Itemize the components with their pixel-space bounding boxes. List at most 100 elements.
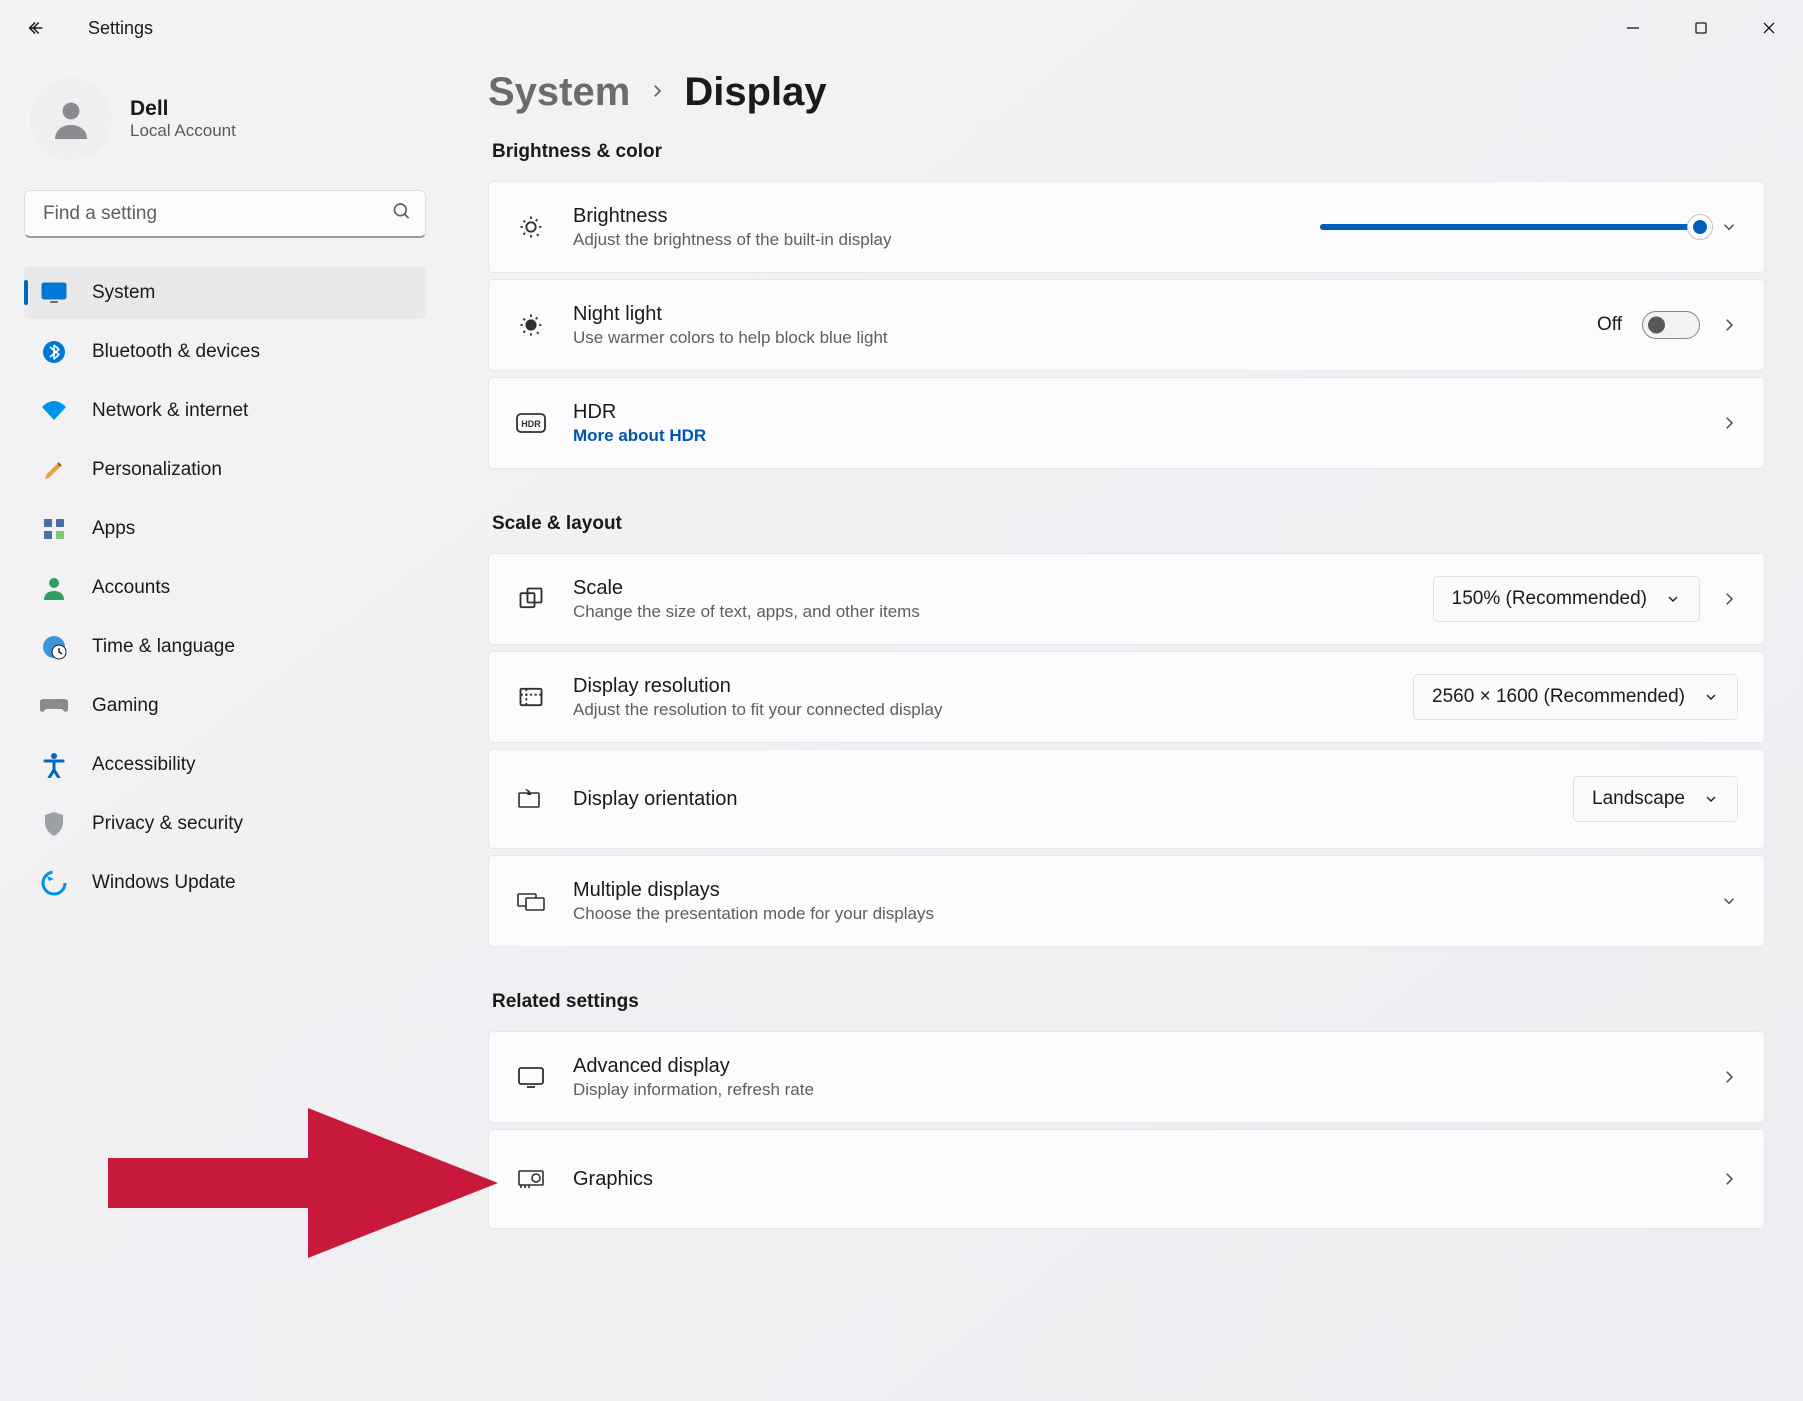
chevron-right-icon[interactable] xyxy=(1720,316,1738,334)
annotation-arrow xyxy=(108,1098,508,1273)
gamepad-icon xyxy=(40,692,68,720)
card-scale[interactable]: Scale Change the size of text, apps, and… xyxy=(488,553,1765,645)
card-brightness[interactable]: Brightness Adjust the brightness of the … xyxy=(488,181,1765,273)
dropdown-value: 2560 × 1600 (Recommended) xyxy=(1432,686,1685,708)
maximize-icon xyxy=(1694,21,1708,35)
card-hdr[interactable]: HDR HDR More about HDR xyxy=(488,377,1765,469)
chevron-down-icon[interactable] xyxy=(1720,218,1738,236)
window-title: Settings xyxy=(88,18,153,39)
section-title-scale: Scale & layout xyxy=(492,513,1765,535)
chevron-right-icon[interactable] xyxy=(1720,414,1738,432)
sidebar-item-accessibility[interactable]: Accessibility xyxy=(24,738,426,791)
sidebar-item-apps[interactable]: Apps xyxy=(24,502,426,555)
bluetooth-icon xyxy=(40,338,68,366)
slider-thumb[interactable] xyxy=(1687,214,1713,240)
account-name: Dell xyxy=(130,97,236,121)
orientation-icon xyxy=(515,783,547,815)
gpu-icon xyxy=(515,1163,547,1195)
sidebar-item-accounts[interactable]: Accounts xyxy=(24,561,426,614)
person-icon xyxy=(40,574,68,602)
card-title: Graphics xyxy=(573,1168,653,1191)
cards-scale-layout: Scale Change the size of text, apps, and… xyxy=(488,553,1765,947)
card-sub: Use warmer colors to help block blue lig… xyxy=(573,328,888,348)
sidebar-item-system[interactable]: System xyxy=(24,266,426,319)
paintbrush-icon xyxy=(40,456,68,484)
chevron-down-icon[interactable] xyxy=(1720,892,1738,910)
wifi-icon xyxy=(40,397,68,425)
card-night-light[interactable]: Night light Use warmer colors to help bl… xyxy=(488,279,1765,371)
close-icon xyxy=(1762,21,1776,35)
chevron-right-icon[interactable] xyxy=(1720,590,1738,608)
card-title: Scale xyxy=(573,577,920,600)
clock-globe-icon xyxy=(40,633,68,661)
minimize-icon xyxy=(1626,21,1640,35)
hdr-link[interactable]: More about HDR xyxy=(573,426,706,446)
caption-controls xyxy=(1599,8,1803,48)
cards-brightness-color: Brightness Adjust the brightness of the … xyxy=(488,181,1765,469)
card-title: HDR xyxy=(573,401,706,424)
accessibility-icon xyxy=(40,751,68,779)
sidebar-item-bluetooth[interactable]: Bluetooth & devices xyxy=(24,325,426,378)
resolution-dropdown[interactable]: 2560 × 1600 (Recommended) xyxy=(1413,674,1738,720)
scale-dropdown[interactable]: 150% (Recommended) xyxy=(1433,576,1700,622)
account-sub: Local Account xyxy=(130,121,236,141)
chevron-down-icon xyxy=(1703,791,1719,807)
crumb-parent[interactable]: System xyxy=(488,70,630,115)
search-input[interactable] xyxy=(24,190,426,238)
sidebar-item-gaming[interactable]: Gaming xyxy=(24,679,426,732)
chevron-right-icon[interactable] xyxy=(1720,1170,1738,1188)
scale-icon xyxy=(515,583,547,615)
avatar xyxy=(30,78,112,160)
sidebar-item-label: Gaming xyxy=(92,695,159,717)
chevron-right-icon[interactable] xyxy=(1720,1068,1738,1086)
account-row[interactable]: Dell Local Account xyxy=(24,66,426,182)
card-sub: Adjust the resolution to fit your connec… xyxy=(573,700,943,720)
resolution-icon xyxy=(515,681,547,713)
maximize-button[interactable] xyxy=(1667,8,1735,48)
card-sub: Choose the presentation mode for your di… xyxy=(573,904,934,924)
back-button[interactable] xyxy=(16,8,56,48)
system-icon xyxy=(40,279,68,307)
sidebar-item-label: Privacy & security xyxy=(92,813,243,835)
card-multiple-displays[interactable]: Multiple displays Choose the presentatio… xyxy=(488,855,1765,947)
brightness-slider[interactable] xyxy=(1320,224,1700,230)
section-title-brightness: Brightness & color xyxy=(492,141,1765,163)
close-button[interactable] xyxy=(1735,8,1803,48)
card-title: Advanced display xyxy=(573,1055,814,1078)
dropdown-value: Landscape xyxy=(1592,788,1685,810)
multiple-displays-icon xyxy=(515,885,547,917)
settings-window: Settings Dell Local Account xyxy=(0,0,1803,1401)
nav-list: System Bluetooth & devices Network & int… xyxy=(24,266,426,909)
svg-text:HDR: HDR xyxy=(521,419,541,429)
card-title: Display orientation xyxy=(573,788,738,811)
dropdown-value: 150% (Recommended) xyxy=(1452,588,1647,610)
sun-icon xyxy=(515,211,547,243)
card-title: Brightness xyxy=(573,205,891,228)
card-graphics[interactable]: Graphics xyxy=(488,1129,1765,1229)
person-icon xyxy=(47,95,95,143)
chevron-down-icon xyxy=(1665,591,1681,607)
orientation-dropdown[interactable]: Landscape xyxy=(1573,776,1738,822)
card-title: Multiple displays xyxy=(573,879,934,902)
card-sub: Adjust the brightness of the built-in di… xyxy=(573,230,891,250)
toggle-state-label: Off xyxy=(1597,314,1622,336)
card-sub: Change the size of text, apps, and other… xyxy=(573,602,920,622)
monitor-icon xyxy=(515,1061,547,1093)
cards-related: Advanced display Display information, re… xyxy=(488,1031,1765,1229)
card-sub: Display information, refresh rate xyxy=(573,1080,814,1100)
sidebar-item-label: Apps xyxy=(92,518,135,540)
apps-icon xyxy=(40,515,68,543)
sidebar-item-time-language[interactable]: Time & language xyxy=(24,620,426,673)
card-advanced-display[interactable]: Advanced display Display information, re… xyxy=(488,1031,1765,1123)
titlebar: Settings xyxy=(0,0,1803,56)
sidebar-item-personalization[interactable]: Personalization xyxy=(24,443,426,496)
card-resolution[interactable]: Display resolution Adjust the resolution… xyxy=(488,651,1765,743)
sidebar-item-privacy[interactable]: Privacy & security xyxy=(24,797,426,850)
sidebar-item-windows-update[interactable]: Windows Update xyxy=(24,856,426,909)
crumb-current: Display xyxy=(684,70,826,115)
card-orientation[interactable]: Display orientation Landscape xyxy=(488,749,1765,849)
minimize-button[interactable] xyxy=(1599,8,1667,48)
sidebar-item-network[interactable]: Network & internet xyxy=(24,384,426,437)
toggle-knob xyxy=(1648,317,1665,334)
night-light-toggle[interactable] xyxy=(1642,311,1700,339)
